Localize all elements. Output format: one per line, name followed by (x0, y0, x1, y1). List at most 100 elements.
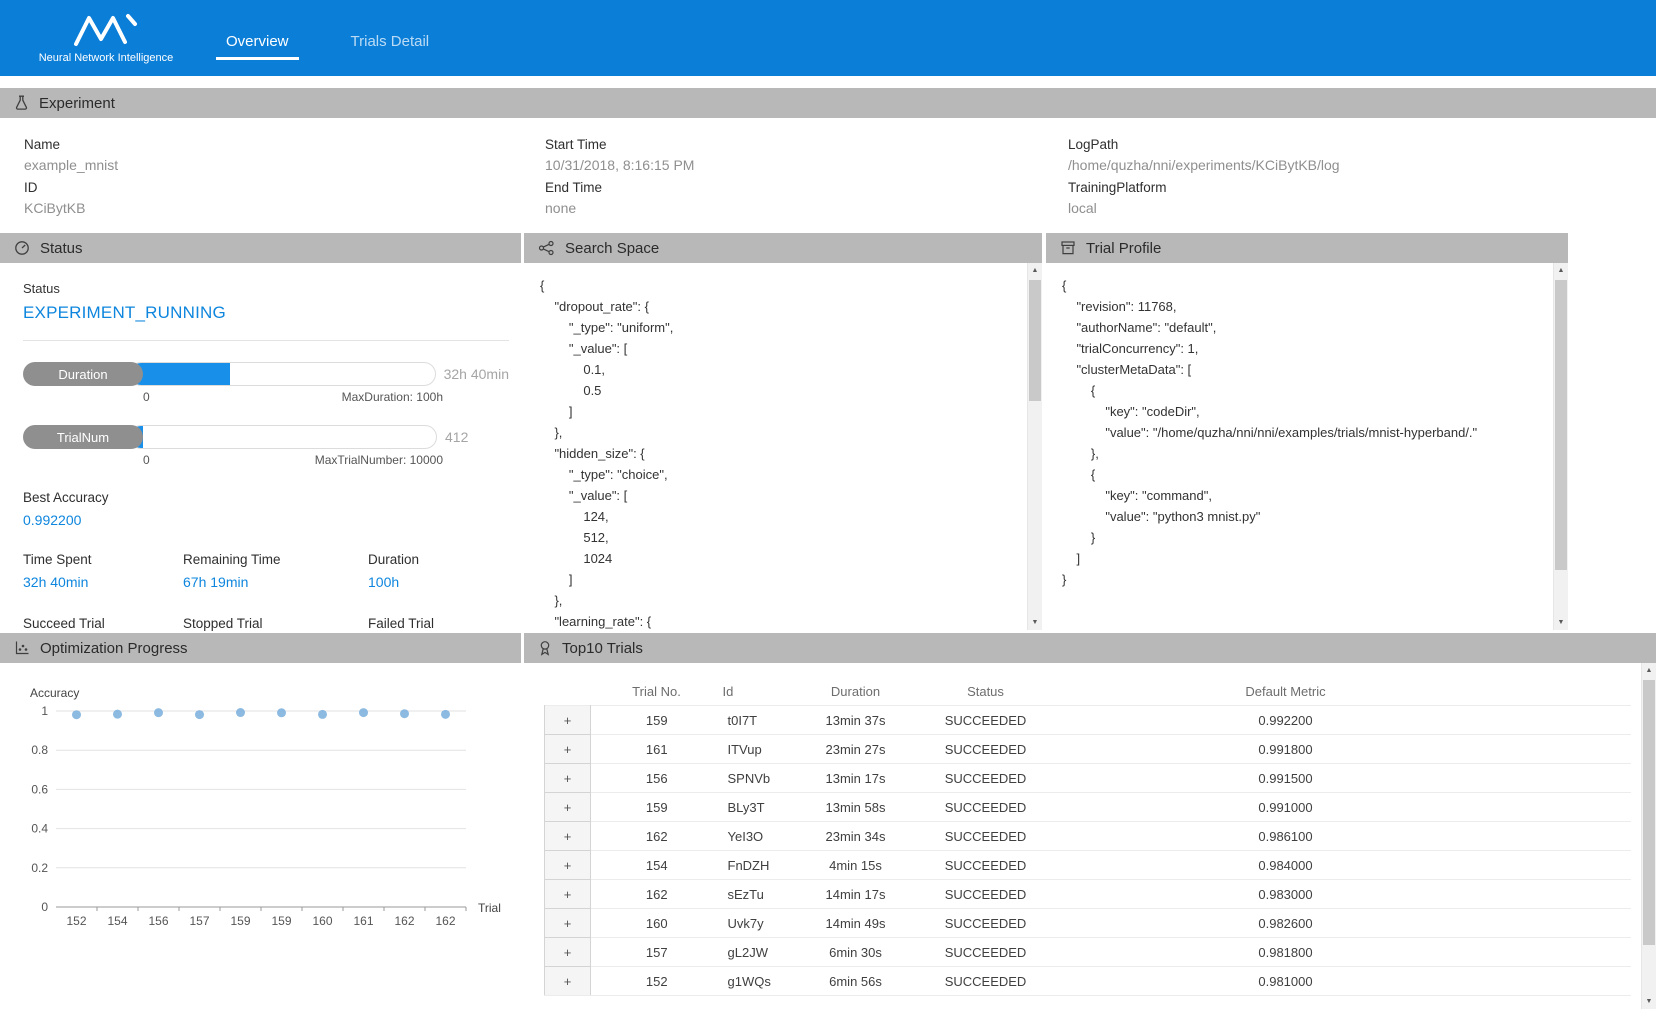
svg-text:0.2: 0.2 (31, 861, 48, 875)
scrollbar-thumb[interactable] (1555, 280, 1567, 570)
top-trials-scrollbar[interactable]: ▲ ▼ (1641, 663, 1656, 1009)
scroll-down-icon[interactable]: ▼ (1028, 615, 1042, 630)
expand-trial-button[interactable]: + (545, 825, 590, 847)
trial-id: t0I7T (723, 706, 791, 735)
status-panel-header: Status (0, 233, 521, 263)
expand-trial-button[interactable]: + (545, 941, 590, 963)
trialnum-progress-track (129, 425, 437, 449)
field-label: Start Time (545, 137, 1068, 152)
svg-text:162: 162 (435, 914, 455, 928)
trial-duration: 6min 30s (791, 938, 921, 967)
trial-duration: 6min 56s (791, 967, 921, 996)
table-header-row: Trial No. Id Duration Status Default Met… (545, 679, 1631, 706)
expand-trial-button[interactable]: + (545, 709, 590, 731)
scroll-up-icon[interactable]: ▲ (1028, 263, 1042, 278)
row-spacer (1521, 880, 1631, 909)
experiment-panel: Experiment Name example_mnist ID KCiBytK… (0, 88, 1656, 231)
status-panel: Status Status EXPERIMENT_RUNNING Duratio… (0, 233, 521, 630)
search-space-panel-header: Search Space (524, 233, 1042, 263)
trial-status: SUCCEEDED (921, 706, 1051, 735)
row-spacer (1521, 764, 1631, 793)
svg-text:159: 159 (230, 914, 250, 928)
nni-logo: Neural Network Intelligence (28, 12, 184, 64)
svg-text:157: 157 (189, 914, 209, 928)
trial-profile-panel-header: Trial Profile (1046, 233, 1568, 263)
trial-no: 157 (591, 938, 723, 967)
archive-box-icon (1060, 240, 1076, 256)
trial-id: SPNVb (723, 764, 791, 793)
trial-status: SUCCEEDED (921, 764, 1051, 793)
expand-trial-button[interactable]: + (545, 854, 590, 876)
field-value: KCiBytKB (24, 200, 545, 216)
stat-time-spent: Time Spent 32h 40min (23, 552, 183, 590)
duration-progress-scale: 0 MaxDuration: 100h (143, 390, 443, 404)
trial-row: +159t0I7T13min 37sSUCCEEDED0.992200 (545, 706, 1631, 735)
field-value: local (1068, 200, 1656, 216)
scroll-up-icon[interactable]: ▲ (1642, 663, 1656, 678)
top-trials-table: Trial No. Id Duration Status Default Met… (544, 679, 1631, 996)
scrollbar-thumb[interactable] (1643, 680, 1655, 945)
trial-default-metric: 0.991800 (1051, 735, 1521, 764)
scrollbar-track[interactable] (1554, 278, 1568, 615)
trial-status: SUCCEEDED (921, 822, 1051, 851)
row-spacer (1521, 793, 1631, 822)
field-value: 10/31/2018, 8:16:15 PM (545, 157, 1068, 173)
expand-trial-button[interactable]: + (545, 796, 590, 818)
trial-status: SUCCEEDED (921, 880, 1051, 909)
tab-overview[interactable]: Overview (224, 29, 291, 60)
trial-profile-scrollbar[interactable]: ▲ ▼ (1553, 263, 1568, 630)
svg-text:156: 156 (148, 914, 168, 928)
field-value: none (545, 200, 1068, 216)
expand-trial-button[interactable]: + (545, 912, 590, 934)
scrollbar-thumb[interactable] (1029, 280, 1041, 401)
tab-trials-detail[interactable]: Trials Detail (349, 29, 432, 60)
top-trials-body: +159t0I7T13min 37sSUCCEEDED0.992200+161I… (545, 706, 1631, 996)
duration-max: MaxDuration: 100h (342, 390, 443, 404)
search-space-code: { "dropout_rate": { "_type": "uniform", … (540, 275, 1018, 630)
expand-trial-button[interactable]: + (545, 767, 590, 789)
optimization-panel: Optimization Progress Accuracy00.20.40.6… (0, 633, 521, 1009)
trial-default-metric: 0.981800 (1051, 938, 1521, 967)
scroll-down-icon[interactable]: ▼ (1642, 994, 1656, 1009)
accuracy-chart-container: Accuracy00.20.40.60.81152154156157159159… (0, 663, 521, 940)
expand-trial-button[interactable]: + (545, 970, 590, 992)
trial-row: +157gL2JW6min 30sSUCCEEDED0.981800 (545, 938, 1631, 967)
row-spacer (1521, 909, 1631, 938)
brand-text: Neural Network Intelligence (39, 52, 174, 64)
trialnum-max: MaxTrialNumber: 10000 (315, 453, 443, 467)
trial-id: g1WQs (723, 967, 791, 996)
scatter-chart-icon (14, 640, 30, 656)
scrollbar-track[interactable] (1028, 278, 1042, 615)
row-spacer (1521, 735, 1631, 764)
search-space-scrollbar[interactable]: ▲ ▼ (1027, 263, 1042, 630)
app-header: Neural Network Intelligence Overview Tri… (0, 0, 1656, 76)
scrollbar-track[interactable] (1642, 678, 1656, 994)
trial-no: 159 (591, 793, 723, 822)
trial-profile-panel: Trial Profile { "revision": 11768, "auth… (1046, 233, 1568, 630)
top-trials-panel: Top10 Trials Trial No. Id Duration Statu… (524, 633, 1656, 1009)
trial-no: 156 (591, 764, 723, 793)
field-label: ID (24, 180, 545, 195)
trial-id: BLy3T (723, 793, 791, 822)
expand-trial-button[interactable]: + (545, 738, 590, 760)
svg-text:160: 160 (312, 914, 332, 928)
trial-row: +160Uvk7y14min 49sSUCCEEDED0.982600 (545, 909, 1631, 938)
duration-progress-fill (130, 363, 230, 385)
svg-text:154: 154 (107, 914, 127, 928)
search-space-json: { "dropout_rate": { "_type": "uniform", … (524, 263, 1042, 630)
trial-duration: 14min 17s (791, 880, 921, 909)
svg-text:1: 1 (41, 704, 48, 718)
flask-icon (14, 95, 29, 111)
scroll-down-icon[interactable]: ▼ (1554, 615, 1568, 630)
trial-row: +162sEzTu14min 17sSUCCEEDED0.983000 (545, 880, 1631, 909)
expand-trial-button[interactable]: + (545, 883, 590, 905)
row-spacer (1521, 967, 1631, 996)
trial-duration: 4min 15s (791, 851, 921, 880)
top-trials-panel-header: Top10 Trials (524, 633, 1656, 663)
trial-default-metric: 0.991500 (1051, 764, 1521, 793)
trial-duration: 23min 27s (791, 735, 921, 764)
trial-status: SUCCEEDED (921, 909, 1051, 938)
scroll-up-icon[interactable]: ▲ (1554, 263, 1568, 278)
duration-progress-value: 32h 40min (444, 366, 509, 382)
field-label: End Time (545, 180, 1068, 195)
